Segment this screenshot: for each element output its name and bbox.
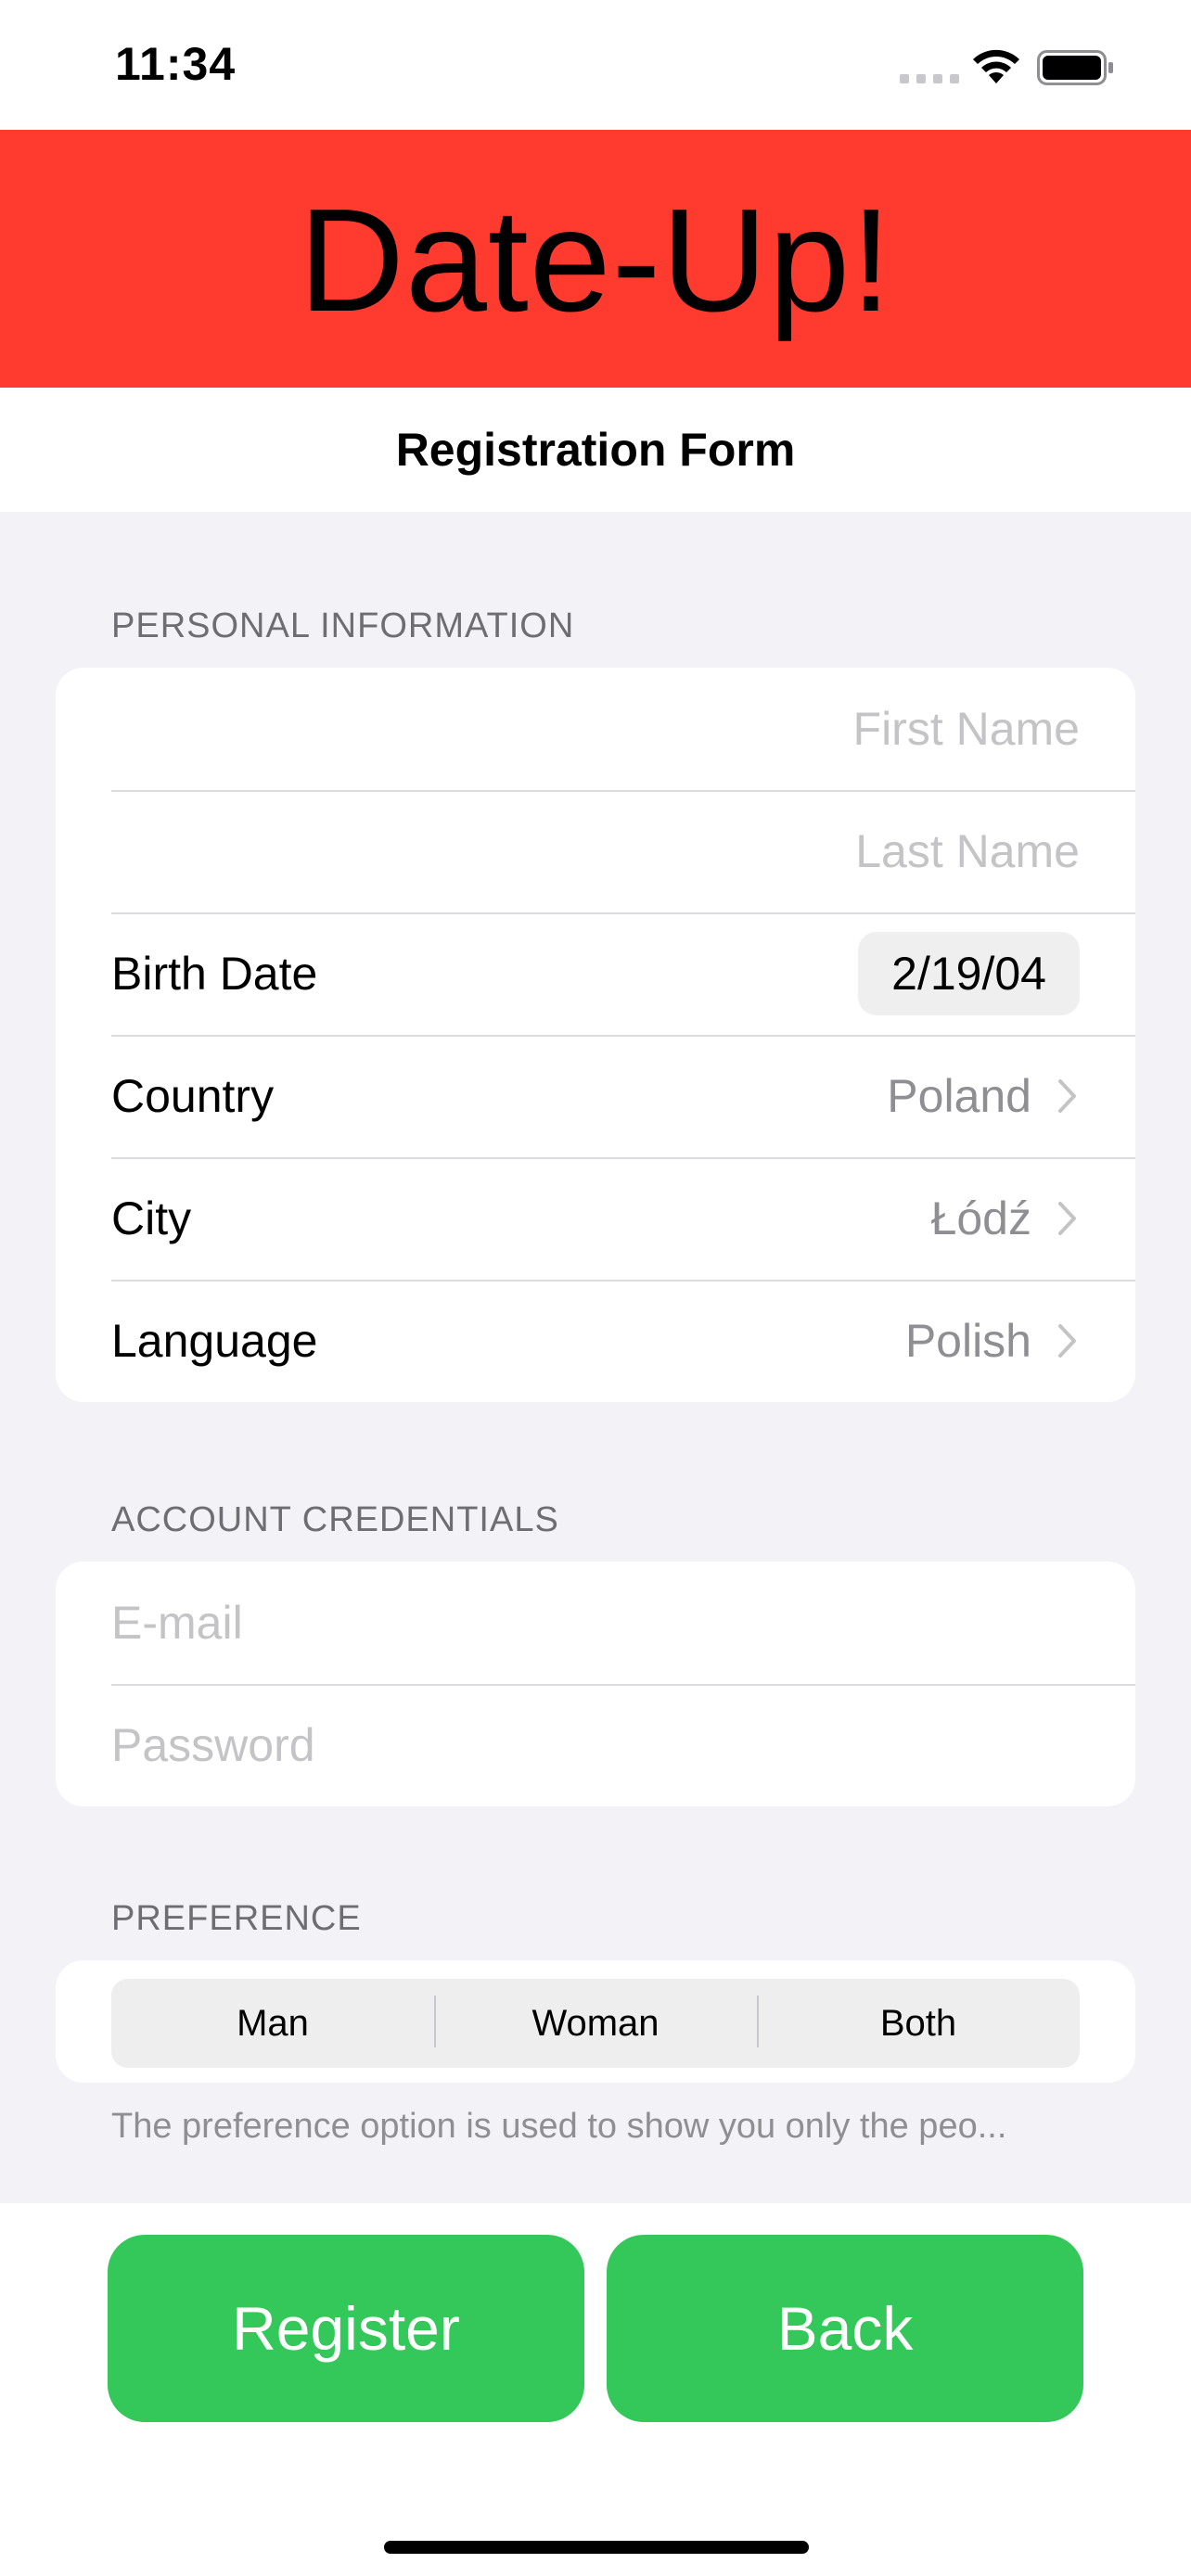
language-row[interactable]: Language Polish [56,1280,1135,1402]
segment-both[interactable]: Both [757,1995,1080,2047]
last-name-row [56,790,1135,912]
preference-segmented-control[interactable]: Man Woman Both [111,1979,1080,2068]
wifi-icon [973,49,1019,83]
city-value: Łódź [930,1192,1031,1244]
first-name-field[interactable] [111,702,1080,756]
page-title: Registration Form [395,424,796,476]
personal-information-header: PERSONAL INFORMATION [111,606,575,645]
bottom-action-bar: Register Back [0,2203,1191,2576]
nav-bar: Registration Form [0,388,1191,512]
account-credentials-header: ACCOUNT CREDENTIALS [111,1500,559,1539]
status-bar: 11:34 [0,0,1191,130]
chevron-right-icon [1058,1202,1076,1235]
country-row[interactable]: Country Poland [56,1035,1135,1157]
city-row[interactable]: City Łódź [56,1157,1135,1280]
birth-date-label: Birth Date [111,948,318,1000]
language-label: Language [111,1315,318,1367]
preference-footer-note: The preference option is used to show yo… [111,2107,1007,2146]
status-time: 11:34 [115,38,237,90]
country-value: Poland [887,1070,1031,1122]
birth-date-picker[interactable]: 2/19/04 [858,932,1080,1015]
email-row [56,1562,1135,1684]
preference-header: PREFERENCE [111,1899,362,1938]
last-name-field[interactable] [111,824,1080,878]
account-credentials-card [56,1562,1135,1806]
segment-woman[interactable]: Woman [434,1995,757,2047]
email-field[interactable] [111,1596,1080,1650]
form-content[interactable]: PERSONAL INFORMATION Birth Date 2/19/04 … [0,512,1191,2203]
language-value: Polish [904,1315,1031,1367]
preference-card: Man Woman Both [56,1960,1135,2083]
birth-date-row: Birth Date 2/19/04 [56,912,1135,1035]
cellular-signal-icon [900,74,959,83]
app-title: Date-Up! [298,178,893,342]
home-indicator[interactable] [384,2541,809,2554]
first-name-row [56,668,1135,790]
segment-man[interactable]: Man [111,2003,434,2045]
battery-icon [1037,50,1113,85]
brand-banner: Date-Up! [0,130,1191,388]
password-row [56,1684,1135,1806]
country-label: Country [111,1070,275,1122]
password-field[interactable] [111,1718,1080,1772]
chevron-right-icon [1058,1324,1076,1358]
personal-information-card: Birth Date 2/19/04 Country Poland City Ł… [56,668,1135,1402]
register-button[interactable]: Register [108,2235,584,2422]
back-button[interactable]: Back [607,2235,1083,2422]
chevron-right-icon [1058,1079,1076,1113]
city-label: City [111,1192,192,1244]
